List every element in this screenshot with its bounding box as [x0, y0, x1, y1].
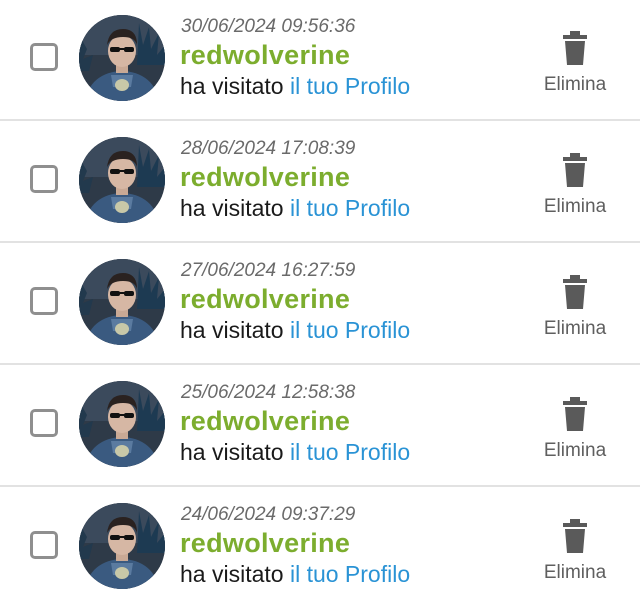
delete-button[interactable]: Elimina	[530, 273, 620, 343]
action-text: ha visitato	[180, 439, 284, 465]
user-avatar[interactable]	[79, 503, 165, 589]
delete-label: Elimina	[543, 74, 607, 95]
user-avatar[interactable]	[79, 381, 165, 467]
visit-description: ha visitato il tuo Profilo	[180, 561, 410, 588]
profile-link[interactable]: il tuo Profilo	[290, 73, 410, 99]
visit-row: 25/06/2024 12:58:38 redwolverine ha visi…	[0, 365, 640, 487]
action-text: ha visitato	[180, 317, 284, 343]
select-checkbox[interactable]	[30, 165, 58, 193]
visit-timestamp: 24/06/2024 09:37:29	[181, 504, 356, 525]
visits-list: 30/06/2024 09:56:36 redwolverine ha visi…	[0, 0, 640, 609]
delete-button[interactable]: Elimina	[530, 517, 620, 587]
delete-button[interactable]: Elimina	[530, 29, 620, 99]
visit-row: 30/06/2024 09:56:36 redwolverine ha visi…	[0, 0, 640, 121]
visit-description: ha visitato il tuo Profilo	[180, 317, 410, 344]
visit-description: ha visitato il tuo Profilo	[180, 195, 410, 222]
visit-row: 28/06/2024 17:08:39 redwolverine ha visi…	[0, 121, 640, 243]
trash-icon	[563, 519, 587, 553]
delete-button[interactable]: Elimina	[530, 151, 620, 221]
user-avatar[interactable]	[79, 15, 165, 101]
username-link[interactable]: redwolverine	[180, 284, 350, 315]
visit-timestamp: 30/06/2024 09:56:36	[181, 16, 356, 37]
username-link[interactable]: redwolverine	[180, 162, 350, 193]
action-text: ha visitato	[180, 561, 284, 587]
visit-row: 24/06/2024 09:37:29 redwolverine ha visi…	[0, 487, 640, 609]
profile-link[interactable]: il tuo Profilo	[290, 317, 410, 343]
user-avatar[interactable]	[79, 259, 165, 345]
profile-link[interactable]: il tuo Profilo	[290, 561, 410, 587]
trash-icon	[563, 153, 587, 187]
username-link[interactable]: redwolverine	[180, 528, 350, 559]
visit-timestamp: 28/06/2024 17:08:39	[181, 138, 356, 159]
profile-link[interactable]: il tuo Profilo	[290, 195, 410, 221]
visit-timestamp: 25/06/2024 12:58:38	[181, 382, 356, 403]
select-checkbox[interactable]	[30, 409, 58, 437]
action-text: ha visitato	[180, 195, 284, 221]
delete-label: Elimina	[543, 196, 607, 217]
delete-label: Elimina	[543, 318, 607, 339]
delete-label: Elimina	[543, 562, 607, 583]
trash-icon	[563, 275, 587, 309]
delete-label: Elimina	[543, 440, 607, 461]
action-text: ha visitato	[180, 73, 284, 99]
user-avatar[interactable]	[79, 137, 165, 223]
visit-description: ha visitato il tuo Profilo	[180, 439, 410, 466]
trash-icon	[563, 397, 587, 431]
username-link[interactable]: redwolverine	[180, 406, 350, 437]
visit-description: ha visitato il tuo Profilo	[180, 73, 410, 100]
visit-row: 27/06/2024 16:27:59 redwolverine ha visi…	[0, 243, 640, 365]
username-link[interactable]: redwolverine	[180, 40, 350, 71]
select-checkbox[interactable]	[30, 287, 58, 315]
visit-timestamp: 27/06/2024 16:27:59	[181, 260, 356, 281]
select-checkbox[interactable]	[30, 531, 58, 559]
delete-button[interactable]: Elimina	[530, 395, 620, 465]
trash-icon	[563, 31, 587, 65]
select-checkbox[interactable]	[30, 43, 58, 71]
profile-link[interactable]: il tuo Profilo	[290, 439, 410, 465]
